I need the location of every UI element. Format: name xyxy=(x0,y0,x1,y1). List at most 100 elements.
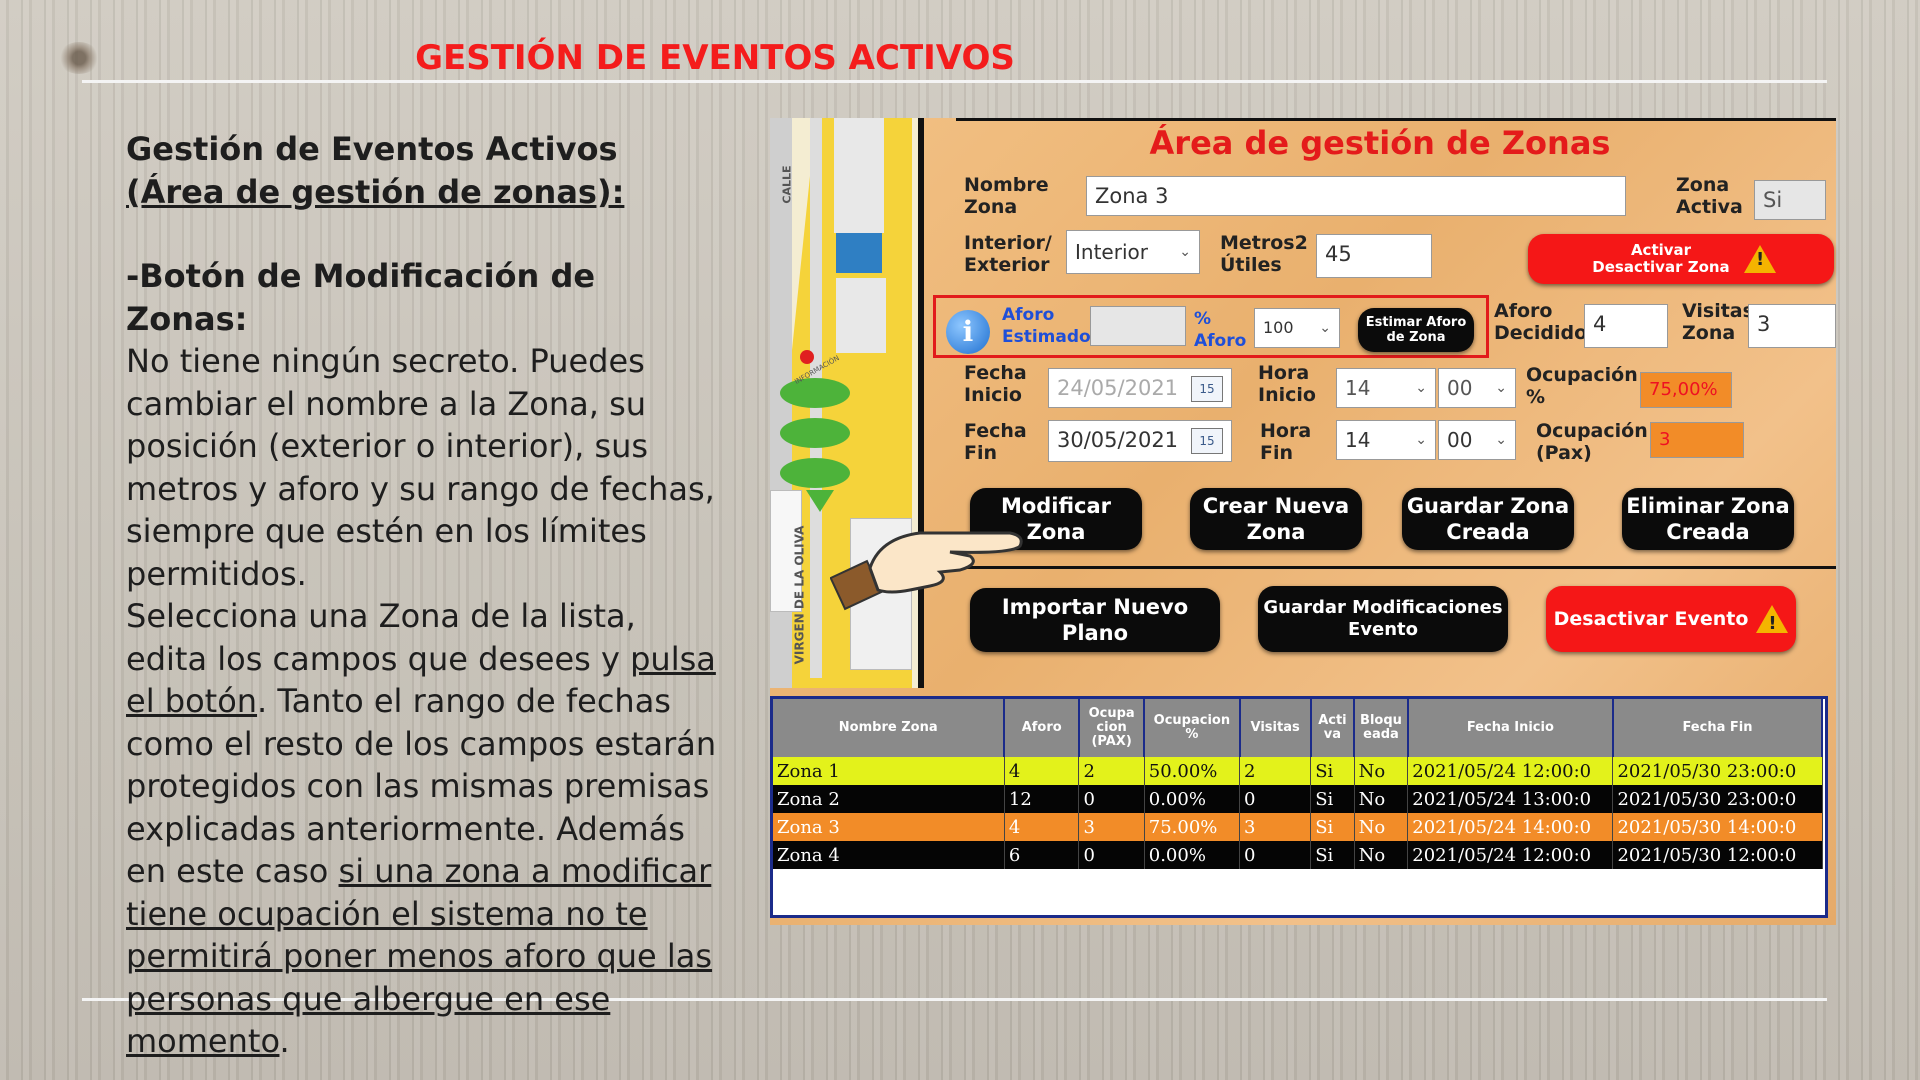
table-row[interactable]: Zona 1 4 2 50.00% 2 Si No 2021/05/24 12:00:0 202… xyxy=(773,757,1823,785)
cell: Si xyxy=(1310,813,1355,841)
pct-aforo-select[interactable]: 100 ⌄ xyxy=(1254,308,1340,348)
ocupacion-pct-field: 75,00% xyxy=(1640,372,1732,408)
fecha-inicio-picker[interactable]: 24/05/2021 15 xyxy=(1048,368,1232,408)
cell: 2021/05/30 23:00:0 xyxy=(1612,757,1823,785)
col-header[interactable]: Ocupacion % xyxy=(1144,699,1241,757)
label-zona-activa: Zona Activa xyxy=(1676,174,1743,218)
chevron-down-icon: ⌄ xyxy=(1179,244,1191,260)
cell: Zona 3 xyxy=(773,813,1005,841)
cell: 12 xyxy=(1004,785,1080,813)
table-row-selected[interactable]: Zona 3 4 3 75.00% 3 Si No 2021/05/24 14:00:0 202… xyxy=(773,813,1823,841)
fecha-fin-value: 30/05/2021 xyxy=(1057,428,1179,452)
cell: 2021/05/30 14:00:0 xyxy=(1612,813,1823,841)
hora-fin-m-select[interactable]: 00 ⌄ xyxy=(1438,420,1516,460)
col-header[interactable]: Nombre Zona xyxy=(773,699,1006,757)
cell: 4 xyxy=(1004,757,1080,785)
col-header[interactable]: Acti va xyxy=(1310,699,1356,757)
cell: Zona 1 xyxy=(773,757,1005,785)
slide-title: GESTIÓN DE EVENTOS ACTIVOS xyxy=(415,38,1015,78)
cell: No xyxy=(1354,813,1409,841)
col-header[interactable]: Fecha Inicio xyxy=(1407,699,1614,757)
app-screenshot: CALLE VIRGEN DE LA OLIVA INFORMACIÓN Áre… xyxy=(770,118,1836,925)
p2-text-e: . xyxy=(279,1022,290,1060)
hora-inicio-m-select[interactable]: 00 ⌄ xyxy=(1438,368,1516,408)
label-nombre-zona: Nombre Zona xyxy=(964,174,1049,218)
aforo-estimado-field xyxy=(1090,306,1186,346)
metros-input[interactable]: 45 xyxy=(1316,234,1432,278)
cell: No xyxy=(1354,785,1409,813)
aforo-decidido-input[interactable]: 4 xyxy=(1584,304,1668,348)
chevron-down-icon: ⌄ xyxy=(1495,380,1507,396)
map-label-virgen: VIRGEN DE LA OLIVA xyxy=(792,525,807,665)
hora-inicio-h-select[interactable]: 14 ⌄ xyxy=(1336,368,1436,408)
hora-fin-h-value: 14 xyxy=(1345,428,1371,452)
interior-exterior-select[interactable]: Interior ⌄ xyxy=(1066,230,1200,274)
table-row[interactable]: Zona 2 12 0 0.00% 0 Si No 2021/05/24 13:00:0 202… xyxy=(773,785,1823,813)
cell: 3 xyxy=(1078,813,1145,841)
col-header[interactable]: Fecha Fin xyxy=(1612,699,1824,757)
activar-desactivar-zona-button[interactable]: Activar Desactivar Zona xyxy=(1528,234,1834,284)
zone-name-input[interactable]: Zona 3 xyxy=(1086,176,1626,216)
label-aforo-estimado: Aforo Estimado xyxy=(1002,305,1091,347)
cell: Si xyxy=(1310,841,1355,869)
guardar-zona-creada-button[interactable]: Guardar Zona Creada xyxy=(1402,488,1574,550)
cell: 4 xyxy=(1004,813,1080,841)
label-visitas-zona: Visitas Zona xyxy=(1682,300,1754,344)
crear-nueva-zona-button[interactable]: Crear Nueva Zona xyxy=(1190,488,1362,550)
cell: 2021/05/24 12:00:0 xyxy=(1407,841,1614,869)
label-hora-fin: Hora Fin xyxy=(1260,420,1312,464)
eliminar-zona-creada-button[interactable]: Eliminar Zona Creada xyxy=(1622,488,1794,550)
cell: Si xyxy=(1310,785,1355,813)
chevron-down-icon: ⌄ xyxy=(1495,432,1507,448)
info-icon[interactable]: i xyxy=(946,310,990,354)
paragraph-1: No tiene ningún secreto. Puedes cambiar … xyxy=(126,342,715,593)
fecha-inicio-value: 24/05/2021 xyxy=(1057,376,1179,400)
section-divider xyxy=(956,566,1836,569)
cell: 2021/05/24 13:00:0 xyxy=(1407,785,1614,813)
cell: 0.00% xyxy=(1144,785,1241,813)
estimar-aforo-button[interactable]: Estimar Aforo de Zona xyxy=(1358,308,1474,352)
cell: 75.00% xyxy=(1144,813,1241,841)
col-header[interactable]: Bloqu eada xyxy=(1354,699,1409,757)
zones-table: Nombre Zona Aforo Ocupa cion (PAX) Ocupa… xyxy=(770,696,1828,918)
guardar-modificaciones-evento-button[interactable]: Guardar Modificaciones Evento xyxy=(1258,586,1508,652)
hora-fin-m-value: 00 xyxy=(1447,428,1473,452)
pct-aforo-value: 100 xyxy=(1263,318,1294,337)
label-pct-aforo: % Aforo xyxy=(1194,309,1247,351)
cell: 0 xyxy=(1239,841,1312,869)
section-heading: Gestión de Eventos Activos (Área de gest… xyxy=(126,128,726,213)
cell: 0 xyxy=(1239,785,1312,813)
hora-inicio-m-value: 00 xyxy=(1447,376,1473,400)
calendar-icon[interactable]: 15 xyxy=(1191,376,1223,402)
hora-inicio-h-value: 14 xyxy=(1345,376,1371,400)
cell: 2021/05/24 14:00:0 xyxy=(1407,813,1614,841)
col-header[interactable]: Aforo xyxy=(1004,699,1080,757)
cell: 3 xyxy=(1239,813,1312,841)
table-row[interactable]: Zona 4 6 0 0.00% 0 Si No 2021/05/24 12:00:0 2021… xyxy=(773,841,1823,869)
col-header[interactable]: Visitas xyxy=(1239,699,1312,757)
desactivar-evento-button[interactable]: Desactivar Evento xyxy=(1546,586,1796,652)
hora-fin-h-select[interactable]: 14 ⌄ xyxy=(1336,420,1436,460)
label-fecha-inicio: Fecha Inicio xyxy=(964,362,1027,406)
heading-part-b: (Área de gestión de zonas): xyxy=(126,172,625,211)
label-aforo-decidido: Aforo Decidido xyxy=(1494,300,1588,344)
cell: 6 xyxy=(1004,841,1080,869)
cell: No xyxy=(1354,757,1409,785)
cell: 2021/05/24 12:00:0 xyxy=(1407,757,1614,785)
visitas-zona-field: 3 xyxy=(1748,304,1836,348)
label-ocupacion-pax: Ocupación (Pax) xyxy=(1536,420,1648,464)
heading-part-a: Gestión de Eventos Activos xyxy=(126,130,618,168)
table-header-row: Nombre Zona Aforo Ocupa cion (PAX) Ocupa… xyxy=(773,699,1824,757)
chevron-down-icon: ⌄ xyxy=(1415,380,1427,396)
cell: No xyxy=(1354,841,1409,869)
cell: Si xyxy=(1310,757,1355,785)
calendar-icon[interactable]: 15 xyxy=(1191,428,1223,454)
label-metros: Metros2 Útiles xyxy=(1220,232,1308,276)
chevron-down-icon: ⌄ xyxy=(1415,432,1427,448)
label-hora-inicio: Hora Inicio xyxy=(1258,362,1316,406)
label-ocupacion-pct: Ocupación % xyxy=(1526,364,1638,408)
cell: 2021/05/30 23:00:0 xyxy=(1612,785,1823,813)
fecha-fin-picker[interactable]: 30/05/2021 15 xyxy=(1048,420,1232,462)
col-header[interactable]: Ocupa cion (PAX) xyxy=(1078,699,1146,757)
p2-text-a: Selecciona una Zona de la lista, edita l… xyxy=(126,597,636,678)
